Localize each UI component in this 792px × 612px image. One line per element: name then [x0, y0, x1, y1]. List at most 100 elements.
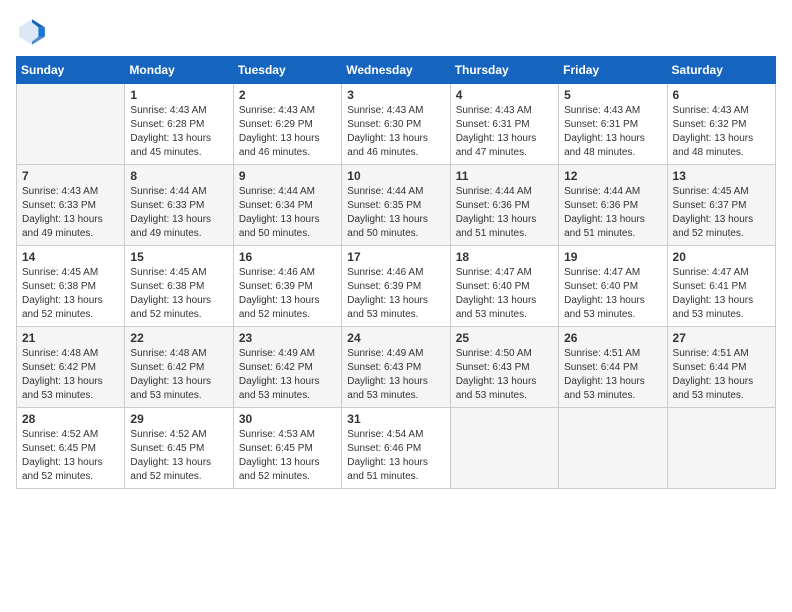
col-header-wednesday: Wednesday — [342, 57, 450, 84]
calendar-cell: 6 Sunrise: 4:43 AMSunset: 6:32 PMDayligh… — [667, 84, 775, 165]
calendar-table: SundayMondayTuesdayWednesdayThursdayFrid… — [16, 56, 776, 489]
day-number: 5 — [564, 88, 661, 102]
calendar-cell: 30 Sunrise: 4:53 AMSunset: 6:45 PMDaylig… — [233, 408, 341, 489]
day-info: Sunrise: 4:44 AMSunset: 6:35 PMDaylight:… — [347, 185, 444, 241]
day-number: 24 — [347, 331, 444, 345]
day-number: 8 — [130, 169, 227, 183]
calendar-cell — [17, 84, 125, 165]
calendar-cell: 27 Sunrise: 4:51 AMSunset: 6:44 PMDaylig… — [667, 327, 775, 408]
day-number: 14 — [22, 250, 119, 264]
day-info: Sunrise: 4:45 AMSunset: 6:38 PMDaylight:… — [130, 266, 227, 322]
day-info: Sunrise: 4:43 AMSunset: 6:30 PMDaylight:… — [347, 104, 444, 160]
col-header-monday: Monday — [125, 57, 233, 84]
calendar-cell: 15 Sunrise: 4:45 AMSunset: 6:38 PMDaylig… — [125, 246, 233, 327]
calendar-week-row: 7 Sunrise: 4:43 AMSunset: 6:33 PMDayligh… — [17, 165, 776, 246]
day-number: 13 — [673, 169, 770, 183]
day-info: Sunrise: 4:51 AMSunset: 6:44 PMDaylight:… — [673, 347, 770, 403]
day-number: 26 — [564, 331, 661, 345]
day-info: Sunrise: 4:49 AMSunset: 6:42 PMDaylight:… — [239, 347, 336, 403]
day-number: 3 — [347, 88, 444, 102]
day-info: Sunrise: 4:47 AMSunset: 6:41 PMDaylight:… — [673, 266, 770, 322]
day-number: 10 — [347, 169, 444, 183]
day-number: 18 — [456, 250, 553, 264]
day-number: 25 — [456, 331, 553, 345]
day-number: 23 — [239, 331, 336, 345]
calendar-header-row: SundayMondayTuesdayWednesdayThursdayFrid… — [17, 57, 776, 84]
calendar-cell: 16 Sunrise: 4:46 AMSunset: 6:39 PMDaylig… — [233, 246, 341, 327]
day-info: Sunrise: 4:44 AMSunset: 6:36 PMDaylight:… — [456, 185, 553, 241]
calendar-cell: 19 Sunrise: 4:47 AMSunset: 6:40 PMDaylig… — [559, 246, 667, 327]
day-number: 9 — [239, 169, 336, 183]
col-header-friday: Friday — [559, 57, 667, 84]
day-number: 12 — [564, 169, 661, 183]
day-number: 17 — [347, 250, 444, 264]
calendar-cell: 26 Sunrise: 4:51 AMSunset: 6:44 PMDaylig… — [559, 327, 667, 408]
calendar-cell: 21 Sunrise: 4:48 AMSunset: 6:42 PMDaylig… — [17, 327, 125, 408]
calendar-cell: 3 Sunrise: 4:43 AMSunset: 6:30 PMDayligh… — [342, 84, 450, 165]
day-info: Sunrise: 4:50 AMSunset: 6:43 PMDaylight:… — [456, 347, 553, 403]
calendar-cell: 5 Sunrise: 4:43 AMSunset: 6:31 PMDayligh… — [559, 84, 667, 165]
calendar-week-row: 21 Sunrise: 4:48 AMSunset: 6:42 PMDaylig… — [17, 327, 776, 408]
calendar-cell: 12 Sunrise: 4:44 AMSunset: 6:36 PMDaylig… — [559, 165, 667, 246]
calendar-cell: 24 Sunrise: 4:49 AMSunset: 6:43 PMDaylig… — [342, 327, 450, 408]
calendar-cell: 2 Sunrise: 4:43 AMSunset: 6:29 PMDayligh… — [233, 84, 341, 165]
calendar-cell: 28 Sunrise: 4:52 AMSunset: 6:45 PMDaylig… — [17, 408, 125, 489]
calendar-week-row: 1 Sunrise: 4:43 AMSunset: 6:28 PMDayligh… — [17, 84, 776, 165]
day-number: 15 — [130, 250, 227, 264]
day-number: 19 — [564, 250, 661, 264]
day-info: Sunrise: 4:46 AMSunset: 6:39 PMDaylight:… — [239, 266, 336, 322]
day-info: Sunrise: 4:52 AMSunset: 6:45 PMDaylight:… — [22, 428, 119, 484]
calendar-cell: 8 Sunrise: 4:44 AMSunset: 6:33 PMDayligh… — [125, 165, 233, 246]
day-info: Sunrise: 4:45 AMSunset: 6:37 PMDaylight:… — [673, 185, 770, 241]
calendar-cell: 1 Sunrise: 4:43 AMSunset: 6:28 PMDayligh… — [125, 84, 233, 165]
day-info: Sunrise: 4:43 AMSunset: 6:31 PMDaylight:… — [456, 104, 553, 160]
calendar-week-row: 14 Sunrise: 4:45 AMSunset: 6:38 PMDaylig… — [17, 246, 776, 327]
calendar-cell: 11 Sunrise: 4:44 AMSunset: 6:36 PMDaylig… — [450, 165, 558, 246]
calendar-cell: 14 Sunrise: 4:45 AMSunset: 6:38 PMDaylig… — [17, 246, 125, 327]
calendar-cell: 31 Sunrise: 4:54 AMSunset: 6:46 PMDaylig… — [342, 408, 450, 489]
calendar-cell: 22 Sunrise: 4:48 AMSunset: 6:42 PMDaylig… — [125, 327, 233, 408]
day-info: Sunrise: 4:43 AMSunset: 6:32 PMDaylight:… — [673, 104, 770, 160]
calendar-cell: 25 Sunrise: 4:50 AMSunset: 6:43 PMDaylig… — [450, 327, 558, 408]
day-info: Sunrise: 4:54 AMSunset: 6:46 PMDaylight:… — [347, 428, 444, 484]
day-number: 21 — [22, 331, 119, 345]
day-number: 30 — [239, 412, 336, 426]
day-info: Sunrise: 4:44 AMSunset: 6:36 PMDaylight:… — [564, 185, 661, 241]
day-info: Sunrise: 4:44 AMSunset: 6:34 PMDaylight:… — [239, 185, 336, 241]
day-number: 1 — [130, 88, 227, 102]
calendar-cell: 4 Sunrise: 4:43 AMSunset: 6:31 PMDayligh… — [450, 84, 558, 165]
calendar-cell: 20 Sunrise: 4:47 AMSunset: 6:41 PMDaylig… — [667, 246, 775, 327]
calendar-cell: 7 Sunrise: 4:43 AMSunset: 6:33 PMDayligh… — [17, 165, 125, 246]
day-info: Sunrise: 4:48 AMSunset: 6:42 PMDaylight:… — [130, 347, 227, 403]
calendar-cell: 10 Sunrise: 4:44 AMSunset: 6:35 PMDaylig… — [342, 165, 450, 246]
day-info: Sunrise: 4:43 AMSunset: 6:29 PMDaylight:… — [239, 104, 336, 160]
day-number: 20 — [673, 250, 770, 264]
calendar-cell — [450, 408, 558, 489]
calendar-cell — [667, 408, 775, 489]
day-number: 2 — [239, 88, 336, 102]
day-info: Sunrise: 4:44 AMSunset: 6:33 PMDaylight:… — [130, 185, 227, 241]
day-info: Sunrise: 4:46 AMSunset: 6:39 PMDaylight:… — [347, 266, 444, 322]
calendar-cell: 17 Sunrise: 4:46 AMSunset: 6:39 PMDaylig… — [342, 246, 450, 327]
calendar-cell: 29 Sunrise: 4:52 AMSunset: 6:45 PMDaylig… — [125, 408, 233, 489]
day-info: Sunrise: 4:43 AMSunset: 6:33 PMDaylight:… — [22, 185, 119, 241]
col-header-sunday: Sunday — [17, 57, 125, 84]
col-header-thursday: Thursday — [450, 57, 558, 84]
calendar-cell: 23 Sunrise: 4:49 AMSunset: 6:42 PMDaylig… — [233, 327, 341, 408]
day-info: Sunrise: 4:48 AMSunset: 6:42 PMDaylight:… — [22, 347, 119, 403]
day-number: 7 — [22, 169, 119, 183]
day-number: 28 — [22, 412, 119, 426]
page-header — [16, 16, 776, 48]
day-info: Sunrise: 4:51 AMSunset: 6:44 PMDaylight:… — [564, 347, 661, 403]
col-header-tuesday: Tuesday — [233, 57, 341, 84]
day-info: Sunrise: 4:43 AMSunset: 6:28 PMDaylight:… — [130, 104, 227, 160]
day-info: Sunrise: 4:53 AMSunset: 6:45 PMDaylight:… — [239, 428, 336, 484]
day-number: 4 — [456, 88, 553, 102]
day-number: 6 — [673, 88, 770, 102]
calendar-cell — [559, 408, 667, 489]
day-info: Sunrise: 4:47 AMSunset: 6:40 PMDaylight:… — [456, 266, 553, 322]
calendar-cell: 9 Sunrise: 4:44 AMSunset: 6:34 PMDayligh… — [233, 165, 341, 246]
col-header-saturday: Saturday — [667, 57, 775, 84]
day-number: 11 — [456, 169, 553, 183]
calendar-week-row: 28 Sunrise: 4:52 AMSunset: 6:45 PMDaylig… — [17, 408, 776, 489]
